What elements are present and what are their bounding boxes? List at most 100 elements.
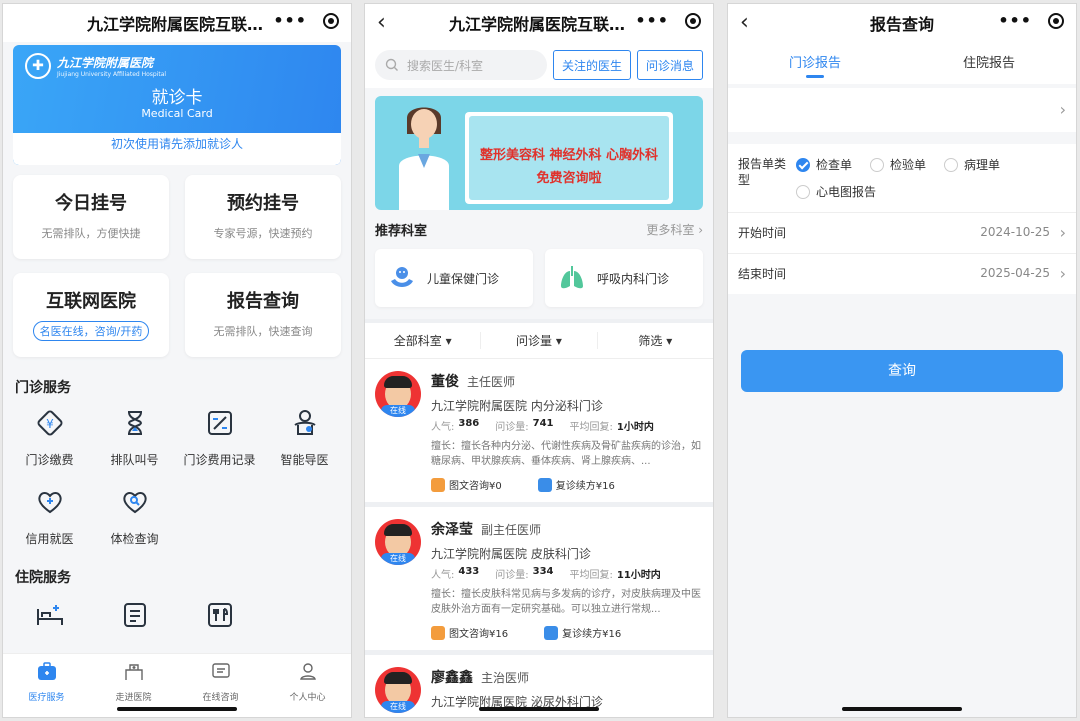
outpatient-section-title: 门诊服务 — [15, 380, 71, 396]
radio-lab[interactable]: 检验单 — [870, 156, 926, 173]
service-smart-guide[interactable]: 智能导医 — [262, 407, 347, 468]
page-title: 报告查询 — [869, 15, 934, 34]
service-fee-record[interactable]: 门诊费用记录 — [177, 407, 262, 468]
filter-all-depts[interactable]: 全部科室 ▾ — [365, 332, 482, 349]
add-patient-link[interactable]: 初次使用请先添加就诊人 — [13, 133, 341, 165]
home-indicator — [479, 707, 599, 711]
dept-label: 呼吸内科门诊 — [597, 271, 670, 286]
close-target-icon[interactable] — [685, 13, 701, 29]
online-badge: 在线 — [381, 405, 415, 417]
more-icon[interactable]: ••• — [273, 13, 307, 29]
child-care-icon — [391, 267, 413, 287]
page-title: 九江学院附属医院互联网医院 — [87, 15, 267, 34]
user-icon — [299, 663, 316, 680]
lungs-icon — [561, 266, 583, 289]
action-label: 复诊续方¥16 — [555, 481, 615, 492]
inpatient-services — [7, 599, 347, 635]
mini-program-capsule: ••• — [273, 13, 339, 29]
tile-subtitle: 无需排队，快速查询 — [213, 325, 313, 338]
filter-options[interactable]: 筛选 ▾ — [598, 332, 713, 349]
back-icon[interactable]: ‹ — [377, 11, 386, 35]
service-credit-care[interactable]: 信用就医 — [7, 486, 92, 547]
more-icon[interactable]: ••• — [998, 13, 1032, 29]
page-title: 九江学院附属医院互联网医院 — [449, 15, 629, 34]
tab-medical-service[interactable]: 医疗服务 — [3, 654, 90, 717]
service-queue[interactable]: 排队叫号 — [92, 407, 177, 468]
more-depts-link[interactable]: 更多科室 › — [646, 221, 703, 238]
tab-label: 在线咨询 — [202, 693, 239, 703]
caret-down-icon: ▾ — [445, 334, 452, 348]
caret-down-icon: ▾ — [555, 334, 562, 348]
close-target-icon[interactable] — [323, 13, 339, 29]
stat-consults: 334 — [532, 566, 554, 577]
promo-banner[interactable]: 整形美容科 神经外科 心胸外科 免费咨询啦 — [375, 96, 703, 210]
chevron-right-icon: › — [698, 223, 703, 237]
service-checkup-query[interactable]: 体检查询 — [92, 486, 177, 547]
tile-today-register[interactable]: 今日挂号 无需排队，方便快捷 — [13, 175, 169, 259]
svg-text:¥: ¥ — [46, 417, 54, 431]
more-depts-label: 更多科室 — [646, 223, 695, 237]
filter-consult-volume[interactable]: 问诊量 ▾ — [481, 332, 598, 349]
patient-selector[interactable]: › — [728, 88, 1076, 132]
outpatient-services: ¥ 门诊缴费 排队叫号 门诊费用记录 智能导医 信用就医 体检查询 — [7, 407, 347, 547]
service-payment[interactable]: ¥ 门诊缴费 — [7, 407, 92, 468]
tab-inpatient-report[interactable]: 住院报告 — [902, 42, 1076, 84]
chat-image-icon — [431, 625, 445, 640]
radio-checked-icon — [796, 157, 810, 172]
doctor-actions: 图文咨询¥0 复诊续方¥16 — [431, 477, 703, 492]
consult-messages-button[interactable]: 问诊消息 — [636, 50, 703, 80]
chevron-right-icon: › — [1059, 100, 1066, 119]
query-button[interactable]: 查询 — [741, 350, 1063, 392]
text-consult-button[interactable]: 图文咨询¥16 — [431, 625, 508, 640]
tile-title: 互联网医院 — [46, 291, 136, 312]
service-bed[interactable] — [7, 599, 92, 635]
clipboard-list-icon — [123, 603, 146, 627]
search-icon — [385, 58, 398, 71]
doctor-title: 主任医师 — [467, 375, 516, 389]
start-date-label: 开始时间 — [738, 226, 787, 240]
doctor-card[interactable]: 在线 董俊 主任医师 九江学院附属医院 内分泌科门诊 人气: 386 问诊量: 741… — [365, 359, 713, 507]
banner-line-1: 整形美容科 神经外科 心胸外科 — [479, 148, 659, 163]
tile-appointment[interactable]: 预约挂号 专家号源，快速预约 — [185, 175, 341, 259]
medical-card[interactable]: ✚ 九江学院附属医院 Jiujiang University Affiliate… — [13, 45, 341, 165]
card-title: 就诊卡 — [151, 88, 203, 108]
service-inpatient-list[interactable] — [92, 599, 177, 635]
doctor-list: 在线 董俊 主任医师 九江学院附属医院 内分泌科门诊 人气: 386 问诊量: 741… — [365, 359, 713, 717]
stat-reply: 11小时内 — [616, 570, 661, 581]
service-meal[interactable] — [177, 599, 262, 635]
hospital-logo: ✚ 九江学院附属医院 Jiujiang University Affiliate… — [25, 53, 166, 79]
close-target-icon[interactable] — [1048, 13, 1064, 29]
doctor-card[interactable]: 在线 余泽莹 副主任医师 九江学院附属医院 皮肤科门诊 人气: 433 问诊量: 33… — [365, 507, 713, 655]
start-date-row[interactable]: 开始时间 2024-10-25 › — [728, 213, 1076, 254]
hospital-name-cn: 九江学院附属医院 — [57, 56, 154, 70]
radio-ecg[interactable]: 心电图报告 — [796, 183, 876, 200]
chevron-right-icon: › — [1059, 264, 1066, 283]
filter-label: 全部科室 — [393, 334, 442, 348]
radio-exam[interactable]: 检查单 — [796, 156, 852, 173]
doctor-avatar: 在线 — [375, 371, 421, 417]
tile-internet-hospital[interactable]: 互联网医院 名医在线，咨询/开药 — [13, 273, 169, 357]
doctor-name: 廖鑫鑫 — [431, 670, 473, 686]
doctor-title: 副主任医师 — [481, 523, 542, 537]
tab-profile[interactable]: 个人中心 — [264, 654, 351, 717]
heart-search-icon — [122, 492, 147, 514]
back-icon[interactable]: ‹ — [740, 11, 749, 35]
followed-doctors-button[interactable]: 关注的医生 — [552, 50, 631, 80]
report-query-form: 报告单类型 检查单 检验单 病理单 心电图报告 开始时间 2024-10-25 … — [728, 144, 1076, 294]
doctor-name: 余泽莹 — [431, 522, 473, 538]
renew-prescription-button[interactable]: 复诊续方¥16 — [537, 477, 615, 492]
more-icon[interactable]: ••• — [635, 13, 669, 29]
text-consult-button[interactable]: 图文咨询¥0 — [431, 477, 502, 492]
tile-report-query[interactable]: 报告查询 无需排队，快速查询 — [185, 273, 341, 357]
doctor-avatar: 在线 — [375, 519, 421, 565]
report-type-row: 报告单类型 检查单 检验单 病理单 心电图报告 — [728, 144, 1076, 213]
end-date-row[interactable]: 结束时间 2025-04-25 › — [728, 254, 1076, 294]
renew-prescription-button[interactable]: 复诊续方¥16 — [544, 625, 621, 640]
radio-pathology[interactable]: 病理单 — [944, 156, 1000, 173]
dept-child-health[interactable]: 儿童保健门诊 — [375, 249, 533, 307]
service-label: 智能导医 — [280, 453, 329, 467]
search-input[interactable]: 搜索医生/科室 — [375, 50, 547, 80]
filter-label: 问诊量 — [516, 334, 553, 348]
dept-respiratory[interactable]: 呼吸内科门诊 — [545, 249, 703, 307]
tab-outpatient-report[interactable]: 门诊报告 — [728, 42, 902, 84]
